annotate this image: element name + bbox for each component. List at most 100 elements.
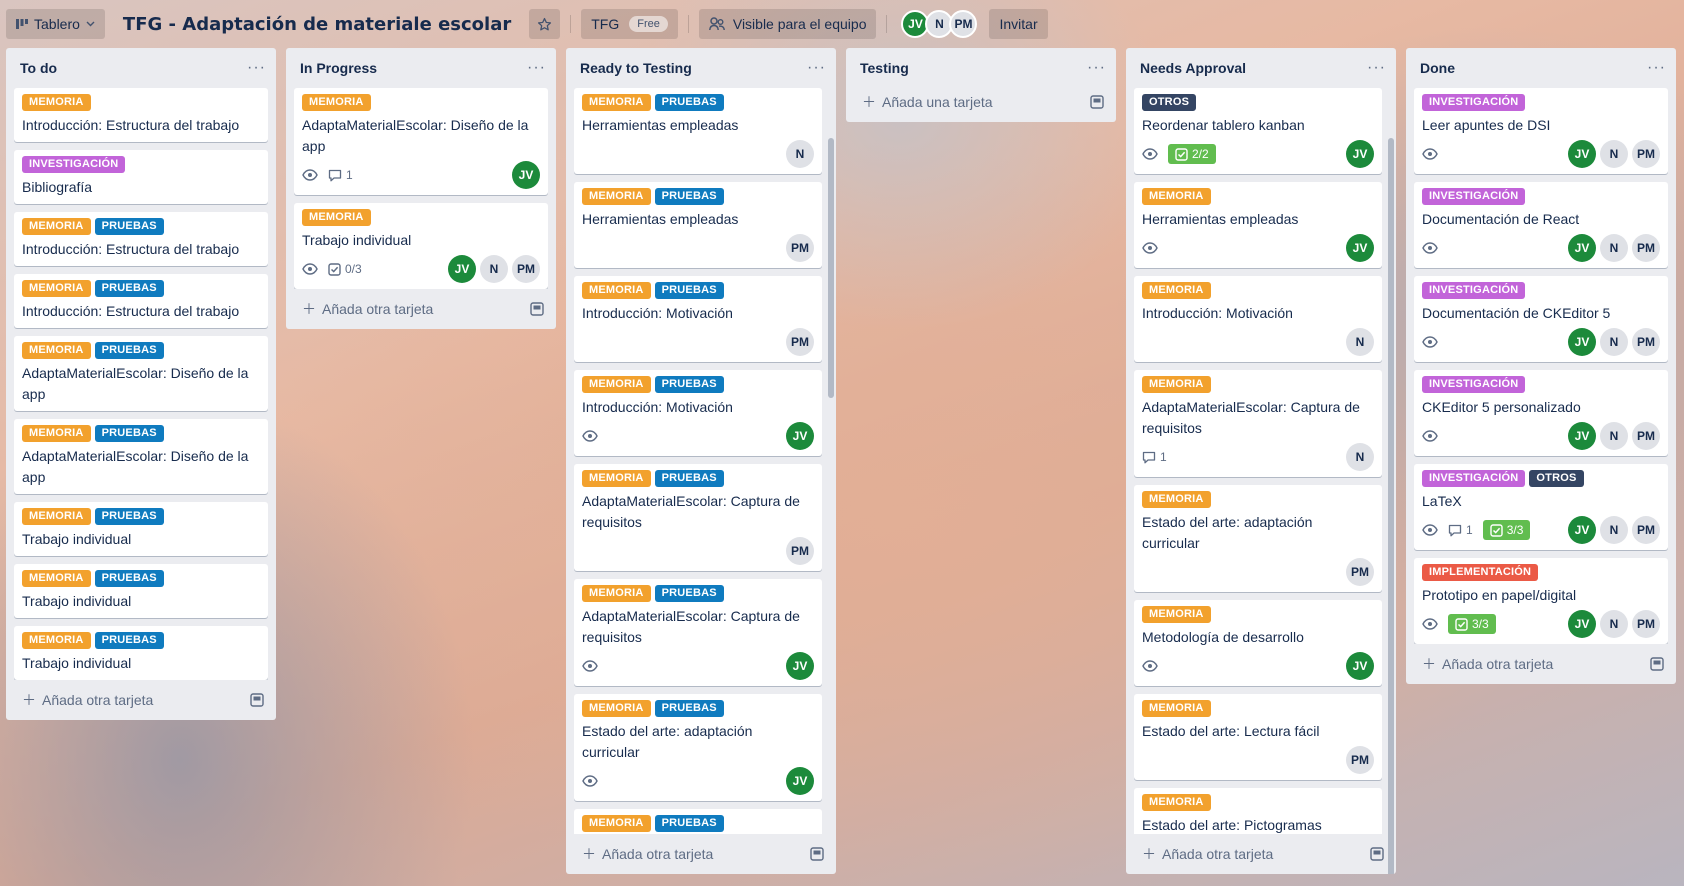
label-implementacion[interactable]: IMPLEMENTACIÓN: [1422, 564, 1539, 581]
template-icon[interactable]: [250, 693, 264, 707]
label-investigacion[interactable]: INVESTIGACIÓN: [1422, 94, 1526, 111]
card[interactable]: INVESTIGACIÓN OTROS LaTeX 1 3/3 JV N PM: [1414, 464, 1668, 550]
label-pruebas[interactable]: PRUEBAS: [654, 470, 724, 487]
card[interactable]: INVESTIGACIÓN Leer apuntes de DSI JV N PM: [1414, 88, 1668, 174]
template-icon[interactable]: [810, 847, 824, 861]
label-memoria[interactable]: MEMORIA: [22, 218, 91, 235]
card[interactable]: MEMORIA AdaptaMaterialEscolar: Captura de…: [1134, 370, 1382, 477]
label-memoria[interactable]: MEMORIA: [1142, 491, 1211, 508]
visibility-button[interactable]: Visible para el equipo: [698, 9, 877, 39]
template-icon[interactable]: [1650, 657, 1664, 671]
avatar[interactable]: JV: [786, 652, 814, 680]
card[interactable]: INVESTIGACIÓN CKEditor 5 personalizado JV N…: [1414, 370, 1668, 456]
label-memoria[interactable]: MEMORIA: [1142, 188, 1211, 205]
list-header[interactable]: Needs Approval ···: [1126, 48, 1396, 88]
add-card-button[interactable]: ＋ Añada otra tarjeta: [1126, 834, 1396, 874]
list-title[interactable]: Ready to Testing: [580, 60, 692, 76]
list-menu-icon[interactable]: ···: [527, 59, 546, 77]
avatar[interactable]: N: [1600, 422, 1628, 450]
card[interactable]: MEMORIA PRUEBAS AdaptaMaterialEscolar: Dis…: [14, 336, 268, 411]
card[interactable]: MEMORIA Trabajo individual 0/3 JV N PM: [294, 203, 548, 289]
card[interactable]: MEMORIAEstado del arte: PictogramasPM: [1134, 788, 1382, 834]
list-menu-icon[interactable]: ···: [1087, 59, 1106, 77]
avatar[interactable]: N: [1600, 234, 1628, 262]
label-pruebas[interactable]: PRUEBAS: [654, 376, 724, 393]
avatar[interactable]: JV: [1346, 234, 1374, 262]
label-pruebas[interactable]: PRUEBAS: [654, 815, 724, 832]
avatar[interactable]: JV: [1568, 234, 1596, 262]
avatar[interactable]: N: [1600, 610, 1628, 638]
card[interactable]: MEMORIA PRUEBAS Trabajo individual: [14, 564, 268, 618]
list-title[interactable]: Needs Approval: [1140, 60, 1246, 76]
avatar[interactable]: PM: [1632, 234, 1660, 262]
label-memoria[interactable]: MEMORIA: [582, 376, 651, 393]
avatar[interactable]: JV: [512, 161, 540, 189]
avatar[interactable]: N: [1346, 443, 1374, 471]
avatar[interactable]: JV: [448, 255, 476, 283]
label-memoria[interactable]: MEMORIA: [1142, 794, 1211, 811]
label-memoria[interactable]: MEMORIA: [1142, 700, 1211, 717]
avatar[interactable]: N: [786, 140, 814, 168]
label-memoria[interactable]: MEMORIA: [1142, 606, 1211, 623]
avatar[interactable]: PM: [1632, 610, 1660, 638]
card[interactable]: MEMORIA AdaptaMaterialEscolar: Diseño de …: [294, 88, 548, 195]
avatar[interactable]: JV: [1346, 652, 1374, 680]
label-investigacion[interactable]: INVESTIGACIÓN: [1422, 470, 1526, 487]
label-memoria[interactable]: MEMORIA: [22, 632, 91, 649]
label-memoria[interactable]: MEMORIA: [22, 508, 91, 525]
card[interactable]: MEMORIA PRUEBAS AdaptaMaterialEscolar: Cap…: [574, 464, 822, 571]
label-investigacion[interactable]: INVESTIGACIÓN: [1422, 376, 1526, 393]
avatar[interactable]: PM: [1346, 558, 1374, 586]
label-memoria[interactable]: MEMORIA: [22, 570, 91, 587]
card[interactable]: INVESTIGACIÓN Documentación de CKEditor 5…: [1414, 276, 1668, 362]
card[interactable]: MEMORIA Estado del arte: adaptación curri…: [1134, 485, 1382, 592]
avatar[interactable]: N: [480, 255, 508, 283]
avatar[interactable]: N: [1600, 140, 1628, 168]
label-memoria[interactable]: MEMORIA: [302, 209, 371, 226]
label-pruebas[interactable]: PRUEBAS: [94, 218, 164, 235]
label-pruebas[interactable]: PRUEBAS: [654, 585, 724, 602]
add-card-button[interactable]: ＋ Añada otra tarjeta: [6, 680, 276, 720]
label-investigacion[interactable]: INVESTIGACIÓN: [1422, 188, 1526, 205]
avatar[interactable]: JV: [1568, 610, 1596, 638]
label-memoria[interactable]: MEMORIA: [582, 94, 651, 111]
card[interactable]: MEMORIA Estado del arte: Lectura fácil PM: [1134, 694, 1382, 780]
invite-button[interactable]: Invitar: [989, 9, 1048, 39]
label-memoria[interactable]: MEMORIA: [582, 700, 651, 717]
list-header[interactable]: To do ···: [6, 48, 276, 88]
avatar[interactable]: PM: [1632, 516, 1660, 544]
card[interactable]: MEMORIA Introducción: Estructura del trab…: [14, 88, 268, 142]
label-memoria[interactable]: MEMORIA: [1142, 376, 1211, 393]
label-memoria[interactable]: MEMORIA: [302, 94, 371, 111]
list-header[interactable]: In Progress ···: [286, 48, 556, 88]
list-title[interactable]: To do: [20, 60, 57, 76]
label-pruebas[interactable]: PRUEBAS: [94, 280, 164, 297]
list-title[interactable]: Done: [1420, 60, 1455, 76]
card[interactable]: MEMORIA Introducción: Motivación N: [1134, 276, 1382, 362]
avatar[interactable]: PM: [1632, 422, 1660, 450]
avatar[interactable]: JV: [786, 422, 814, 450]
avatar[interactable]: PM: [1632, 140, 1660, 168]
label-memoria[interactable]: MEMORIA: [582, 282, 651, 299]
template-icon[interactable]: [1370, 847, 1384, 861]
avatar[interactable]: PM: [949, 10, 978, 38]
template-icon[interactable]: [1090, 95, 1104, 109]
label-pruebas[interactable]: PRUEBAS: [94, 508, 164, 525]
add-card-button[interactable]: ＋ Añada otra tarjeta: [1406, 644, 1676, 684]
label-memoria[interactable]: MEMORIA: [22, 280, 91, 297]
template-icon[interactable]: [530, 302, 544, 316]
label-pruebas[interactable]: PRUEBAS: [654, 94, 724, 111]
label-memoria[interactable]: MEMORIA: [22, 94, 91, 111]
label-memoria[interactable]: MEMORIA: [22, 342, 91, 359]
label-pruebas[interactable]: PRUEBAS: [94, 425, 164, 442]
label-otros[interactable]: OTROS: [1142, 94, 1197, 111]
list-menu-icon[interactable]: ···: [807, 59, 826, 77]
card[interactable]: MEMORIA PRUEBAS Trabajo individual: [14, 626, 268, 680]
list-scrollbar[interactable]: [828, 138, 834, 398]
label-investigacion[interactable]: INVESTIGACIÓN: [1422, 282, 1526, 299]
avatar[interactable]: PM: [786, 234, 814, 262]
avatar[interactable]: JV: [1346, 140, 1374, 168]
avatar[interactable]: PM: [786, 537, 814, 565]
label-memoria[interactable]: MEMORIA: [22, 425, 91, 442]
add-card-button[interactable]: ＋ Añada otra tarjeta: [566, 834, 836, 874]
